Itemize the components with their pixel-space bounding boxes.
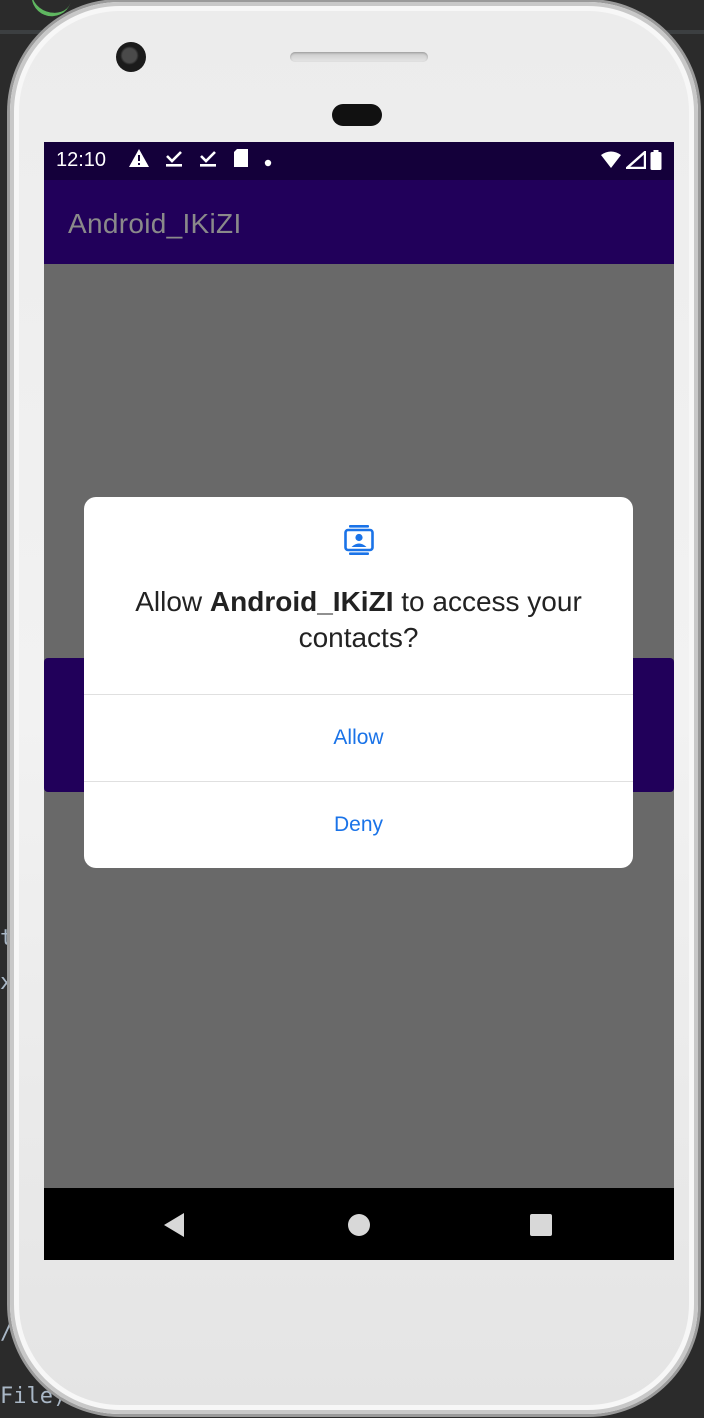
battery-icon [650,150,662,176]
navigation-bar [44,1188,674,1260]
warning-icon [128,148,150,174]
signal-icon [623,149,647,175]
dialog-app-name: Android_IKiZI [209,586,394,617]
permission-dialog: Allow Android_IKiZI to access your conta… [84,497,633,868]
earpiece-speaker [290,52,428,62]
dot-icon [264,150,272,173]
allow-button[interactable]: Allow [84,695,633,781]
status-notification-icons [128,148,272,174]
status-bar: 12:10 [44,142,674,180]
status-system-icons [600,149,662,176]
dialog-message-prefix: Allow [135,586,210,617]
download-done-icon [198,148,218,174]
dialog-message: Allow Android_IKiZI to access your conta… [104,584,613,656]
contacts-icon [342,523,376,562]
device-screen: 12:10 Android_IKiZI Allow Android_IKiZI … [44,142,674,1260]
status-time: 12:10 [56,149,107,171]
deny-button[interactable]: Deny [84,782,633,868]
back-icon[interactable] [162,1212,186,1243]
app-bar: Android_IKiZI [44,180,674,264]
sd-card-icon [232,148,250,174]
front-camera [116,42,146,72]
wifi-icon [600,151,622,175]
home-icon[interactable] [348,1214,370,1236]
download-done-icon [164,148,184,174]
proximity-sensor [332,104,382,126]
recents-icon[interactable] [530,1214,552,1236]
app-title: Android_IKiZI [68,208,242,239]
